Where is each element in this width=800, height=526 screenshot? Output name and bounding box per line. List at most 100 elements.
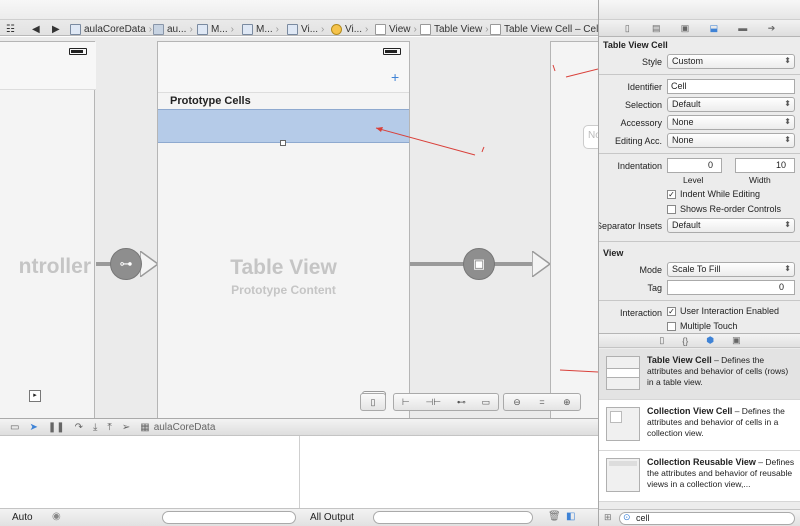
selection-popup[interactable]: Default	[667, 97, 795, 112]
related-items-icon[interactable]: ☷	[6, 22, 15, 36]
debug-scheme-label: aulaCoreData	[153, 421, 216, 433]
scene-icon	[287, 23, 298, 35]
jumpbar-item-storyboard[interactable]: M... ›	[197, 22, 237, 36]
library-selector-bar: ▯ {} ⬢ ▣	[599, 333, 800, 348]
jumpbar-item-folder[interactable]: au... ›	[153, 22, 196, 36]
jumpbar-item-scene[interactable]: M... ›	[242, 22, 282, 36]
object-library-icon[interactable]: ⬢	[706, 335, 714, 346]
separator-row: Separator Insets Default	[599, 217, 800, 235]
back-icon[interactable]: ◀	[32, 22, 40, 36]
editing-acc-label: Editing Acc.	[614, 136, 662, 146]
hide-debug-icon[interactable]: ▭	[10, 422, 19, 433]
library-item-text: Collection Reusable View – Defines the a…	[647, 457, 795, 489]
interaction-row: Interaction ✓ User Interaction Enabled	[599, 304, 800, 319]
variables-view[interactable]	[0, 436, 300, 508]
indentation-sublabels: Level Width	[599, 175, 800, 187]
library-item-collection-reusable-view[interactable]: Collection Reusable View – Defines the a…	[599, 451, 800, 502]
indentation-row: Indentation 0 10	[599, 157, 800, 175]
view-controller-icon	[331, 23, 342, 35]
code-snippet-library-icon[interactable]: {}	[682, 336, 688, 346]
step-into-icon[interactable]: ⤓	[93, 422, 97, 433]
trash-icon[interactable]: 🗑	[548, 511, 561, 522]
shows-reorder-row: Shows Re-order Controls	[599, 202, 800, 217]
jumpbar-item-scene-2[interactable]: Vi... ›	[287, 22, 327, 36]
breakpoints-icon[interactable]: ➤	[29, 422, 37, 433]
tag-field[interactable]: 0	[667, 280, 795, 295]
step-out-icon[interactable]: ⤒	[107, 422, 111, 433]
debug-bar: ▭ ➤ ❚❚ ↷ ⤓ ⤒ ➢ ▦ aulaCoreData	[0, 418, 598, 436]
output-filter-popup[interactable]: All Output	[310, 512, 354, 523]
project-icon	[70, 23, 81, 35]
console-output[interactable]	[301, 436, 598, 508]
view-icon	[375, 23, 386, 35]
indent-width-field[interactable]: 10	[735, 158, 795, 173]
connections-inspector-icon[interactable]: ➔	[766, 23, 778, 33]
file-inspector-icon[interactable]: ▯	[621, 23, 633, 33]
separator-popup[interactable]: Default	[667, 218, 795, 233]
indentation-label: Indentation	[617, 161, 662, 171]
editing-acc-popup[interactable]: None	[667, 133, 795, 148]
search-icon: ⊙	[623, 512, 631, 522]
step-over-icon[interactable]: ↷	[75, 422, 83, 433]
auto-variables-popup[interactable]: Auto	[12, 512, 33, 523]
multiple-touch-row: Multiple Touch	[599, 319, 800, 334]
attributes-inspector-icon[interactable]: ⬓	[708, 23, 720, 33]
scheme-icon: ▦	[140, 421, 150, 433]
jumpbar-item-table-view-cell[interactable]: Table View Cell – Cell	[490, 22, 601, 36]
identifier-field[interactable]: Cell	[667, 79, 795, 94]
storyboard-canvas[interactable]: ntroller ▸ ⊶ + Prototype Cells Table Vie…	[0, 37, 598, 418]
library-item-table-view-cell[interactable]: Table View Cell – Defines the attributes…	[599, 349, 800, 400]
console-filter-field[interactable]	[373, 511, 533, 524]
jumpbar-item-view[interactable]: View ›	[375, 22, 420, 36]
table-view-icon	[420, 23, 431, 35]
section-header-table-view-cell: Table View Cell	[603, 40, 668, 50]
user-interaction-checkbox[interactable]: ✓ User Interaction Enabled	[667, 306, 779, 316]
style-popup[interactable]: Custom	[667, 54, 795, 69]
grid-view-icon[interactable]: ⊞	[604, 512, 612, 523]
indent-level-field[interactable]: 0	[667, 158, 722, 173]
location-icon[interactable]: ➢	[122, 422, 130, 433]
shows-reorder-checkbox[interactable]: Shows Re-order Controls	[667, 204, 781, 214]
library-item-text: Collection View Cell – Defines the attri…	[647, 406, 785, 438]
library-filter-bar: ⊞ cell ⊙	[599, 509, 800, 526]
accessory-row: Accessory None	[599, 114, 800, 132]
forward-icon[interactable]: ▶	[52, 22, 60, 36]
table-view-cell-icon	[606, 356, 640, 390]
tag-label: Tag	[647, 283, 662, 293]
selection-label: Selection	[624, 100, 662, 110]
editing-acc-row: Editing Acc. None	[599, 132, 800, 150]
pause-icon[interactable]: ❚❚	[48, 422, 65, 433]
accessory-popup[interactable]: None	[667, 115, 795, 130]
quick-help-icon[interactable]: ▤	[650, 23, 662, 33]
jumpbar-item-view-controller[interactable]: Vi... ›	[331, 22, 371, 36]
identity-inspector-icon[interactable]: ▣	[679, 23, 691, 33]
editor-tab-bar	[0, 0, 598, 20]
mode-popup[interactable]: Scale To Fill	[667, 262, 795, 277]
accessory-label: Accessory	[620, 118, 662, 128]
file-template-library-icon[interactable]: ▯	[659, 335, 664, 346]
indent-while-editing-checkbox[interactable]: ✓ Indent While Editing	[667, 189, 760, 199]
library-item-collection-view-cell[interactable]: Collection View Cell – Defines the attri…	[599, 400, 800, 451]
collection-view-cell-icon	[606, 407, 640, 441]
split-view-icon[interactable]: ◧	[566, 511, 575, 522]
jump-bar: ☷ ◀ ▶ aulaCoreData › au... › M... › M... › V…	[0, 0, 601, 36]
level-label: Level	[683, 175, 704, 185]
storyboard-icon	[197, 23, 208, 35]
separator-label: Separator Insets	[598, 221, 662, 231]
variables-filter-field[interactable]	[162, 511, 296, 524]
jumpbar-item-project[interactable]: aulaCoreData ›	[70, 22, 155, 36]
library-search-field[interactable]: cell	[619, 512, 795, 525]
multiple-touch-checkbox[interactable]: Multiple Touch	[667, 321, 737, 331]
jumpbar-item-table-view[interactable]: Table View ›	[420, 22, 492, 36]
selection-row: Selection Default	[599, 96, 800, 114]
identifier-label: Identifier	[627, 82, 662, 92]
size-inspector-icon[interactable]: ▬	[737, 23, 749, 33]
media-library-icon[interactable]: ▣	[732, 335, 741, 346]
style-label: Style	[641, 57, 662, 67]
scene-icon	[242, 23, 253, 35]
library-item-text: Table View Cell – Defines the attributes…	[647, 355, 789, 387]
eye-icon[interactable]: ◉	[52, 511, 61, 522]
indent-while-editing-row: ✓ Indent While Editing	[599, 187, 800, 202]
folder-icon	[153, 23, 164, 35]
identifier-row: Identifier Cell	[599, 78, 800, 96]
